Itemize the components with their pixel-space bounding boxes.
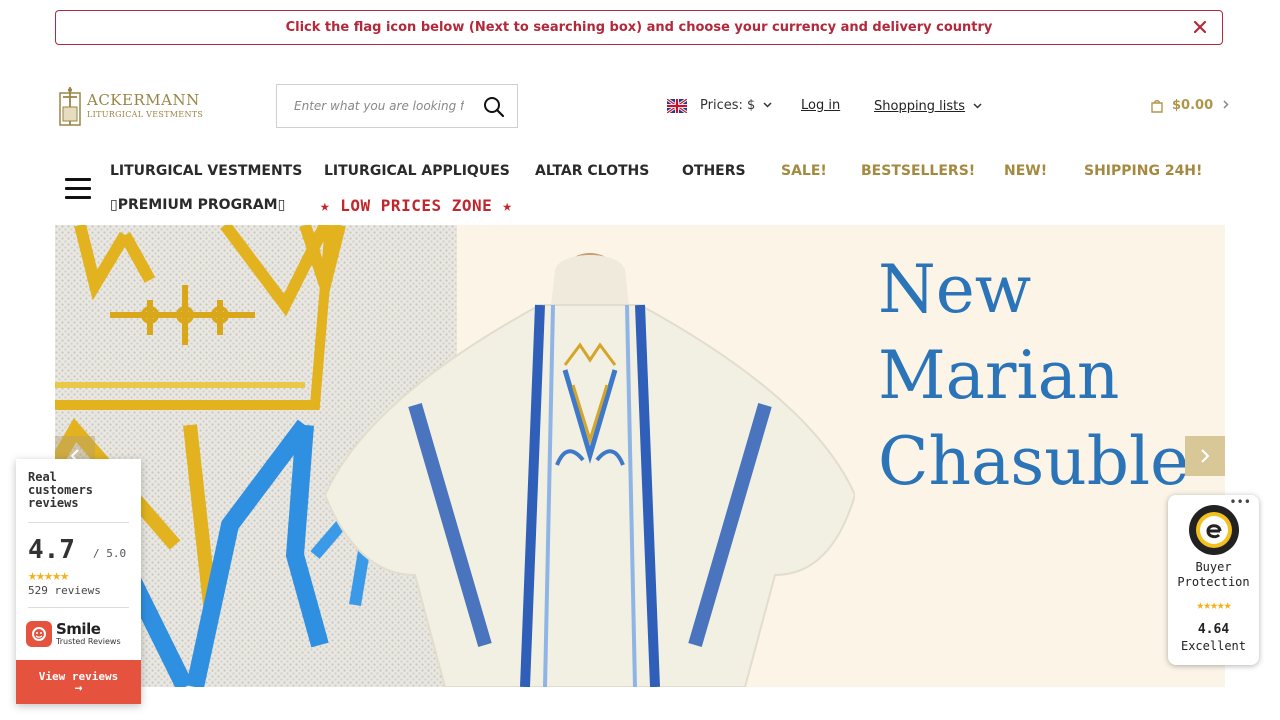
logo-name: ACKERMANN — [87, 91, 200, 109]
star-rating-icon: ★★★★★ — [28, 566, 69, 584]
buyer-protection-line-1: Buyer — [1195, 560, 1232, 574]
smile-brand-subtitle: Trusted Reviews — [56, 637, 121, 646]
login-link[interactable]: Log in — [801, 98, 840, 113]
trusted-shops-badge[interactable]: ••• Buyer Protection ★★★★★ 4.64 Excellen… — [1168, 495, 1259, 665]
nav-altar-cloths[interactable]: ALTAR CLOTHS — [535, 163, 649, 179]
view-reviews-label: View reviews — [38, 670, 119, 683]
logo-subtitle: LITURGICAL VESTMENTS — [87, 110, 204, 119]
reviews-title: Real customers reviews — [28, 470, 94, 510]
menu-icon[interactable] — [65, 178, 91, 200]
nav-shipping-24h[interactable]: SHIPPING 24H! — [1084, 163, 1202, 179]
nav-new[interactable]: NEW! — [1004, 163, 1047, 179]
trusted-score: 4.64 — [1197, 622, 1230, 637]
uk-flag-icon[interactable] — [667, 98, 687, 113]
chevron-down-icon — [763, 100, 772, 111]
currency-label: Prices: $ — [700, 98, 756, 113]
headline-line-2: Marian — [878, 337, 1120, 414]
smile-logo-icon — [26, 621, 52, 647]
shopping-lists-label: Shopping lists — [874, 99, 966, 114]
smile-brand-name: Smile — [56, 620, 101, 638]
smile-brand: Smile Trusted Reviews — [26, 621, 121, 647]
chevron-down-icon — [973, 101, 982, 112]
carousel-next-button[interactable] — [1185, 436, 1225, 476]
trusted-shops-seal-icon — [1189, 505, 1239, 555]
hero-banner[interactable]: New Marian Chasuble — [55, 225, 1225, 687]
currency-selector[interactable]: Prices: $ — [667, 98, 772, 113]
site-logo[interactable]: ACKERMANN LITURGICAL VESTMENTS — [57, 84, 207, 128]
nav-others[interactable]: OTHERS — [682, 163, 746, 179]
arrow-right-icon: → — [74, 681, 83, 696]
shopping-bag-icon — [1151, 99, 1163, 113]
marian-chasuble-image — [325, 253, 855, 687]
divider — [28, 522, 129, 523]
notice-text: Click the flag icon below (Next to searc… — [285, 20, 993, 35]
nav-low-prices-zone[interactable]: ★ LOW PRICES ZONE ★ — [320, 196, 513, 215]
chevron-right-icon — [1201, 449, 1210, 463]
view-reviews-button[interactable]: View reviews → — [16, 660, 141, 704]
search-input[interactable] — [292, 98, 466, 114]
reviews-count: 529 reviews — [28, 584, 101, 597]
search-box — [276, 84, 518, 128]
nav-liturgical-vestments[interactable]: LITURGICAL VESTMENTS — [110, 163, 302, 179]
cart-total: $0.00 — [1172, 98, 1214, 113]
logo-emblem-icon — [59, 87, 81, 126]
banner-headline: New Marian Chasuble — [878, 247, 1189, 505]
nav-bestsellers[interactable]: BESTSELLERS! — [861, 163, 975, 179]
nav-sale[interactable]: SALE! — [781, 163, 827, 179]
buyer-protection-title: Buyer Protection — [1168, 560, 1259, 590]
reviews-score: 4.7 — [28, 535, 75, 565]
reviews-out-of: / 5.0 — [93, 547, 127, 560]
nav-liturgical-appliques[interactable]: LITURGICAL APPLIQUES — [324, 163, 510, 179]
nav-premium-program[interactable]: ▯PREMIUM PROGRAM▯ — [110, 197, 285, 213]
currency-notice-bar: Click the flag icon below (Next to searc… — [55, 10, 1223, 45]
cart-button[interactable]: $0.00 — [1150, 98, 1237, 113]
divider — [28, 607, 129, 608]
headline-line-1: New — [878, 251, 1032, 328]
trusted-label: Excellent — [1180, 639, 1247, 653]
customer-reviews-widget: Real customers reviews 4.7 / 5.0 ★★★★★ 5… — [16, 459, 141, 704]
search-icon[interactable] — [483, 96, 505, 118]
star-rating-icon: ★★★★★ — [1196, 598, 1231, 613]
headline-line-3: Chasuble — [878, 423, 1190, 500]
buyer-protection-line-2: Protection — [1177, 575, 1250, 589]
chevron-right-icon — [1223, 99, 1237, 112]
shopping-lists-menu[interactable]: Shopping lists — [874, 99, 982, 114]
close-icon[interactable] — [1190, 17, 1210, 37]
